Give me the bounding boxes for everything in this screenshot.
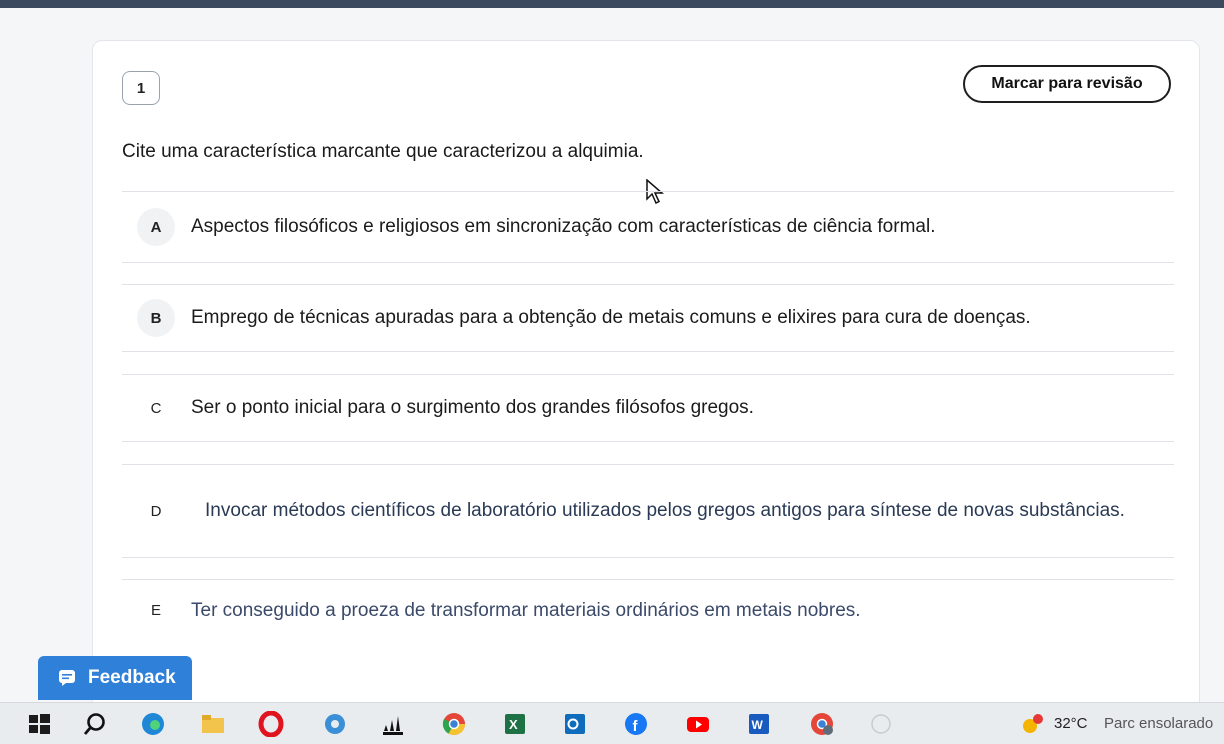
app-icon[interactable]	[322, 711, 348, 737]
option-letter: A	[137, 208, 175, 246]
option-text: Emprego de técnicas apuradas para a obte…	[191, 307, 1031, 328]
youtube-icon[interactable]	[685, 711, 711, 737]
option-text: Ser o ponto inicial para o surgimento do…	[191, 397, 754, 418]
option-text: Invocar métodos científicos de laboratór…	[205, 500, 1125, 521]
adidas-icon[interactable]	[381, 711, 407, 737]
windows-start-icon[interactable]	[26, 711, 52, 737]
option-letter: E	[150, 602, 161, 619]
excel-icon[interactable]: X	[502, 711, 528, 737]
word-icon[interactable]: W	[746, 711, 772, 737]
option-letter: C	[150, 399, 162, 417]
chrome-icon[interactable]	[441, 711, 467, 737]
weather-icon[interactable]	[1020, 711, 1046, 737]
question-number: 1	[122, 71, 160, 105]
feedback-label: Feedback	[88, 667, 176, 688]
svg-text:W: W	[752, 718, 764, 732]
question-card: 1 Marcar para revisão Cite uma caracterí…	[92, 40, 1200, 740]
option-letter: B	[137, 299, 175, 337]
option-b[interactable]: B Emprego de técnicas apuradas para a ob…	[122, 284, 1174, 352]
option-letter: D	[150, 502, 162, 520]
option-text: Aspectos filosóficos e religiosos em sin…	[191, 216, 936, 237]
edge-icon[interactable]	[140, 711, 166, 737]
chrome-profile-icon[interactable]	[809, 711, 835, 737]
outlook-icon[interactable]	[562, 711, 588, 737]
option-text: Ter conseguido a proeza de transformar m…	[191, 599, 861, 621]
mark-for-review-button[interactable]: Marcar para revisão	[963, 65, 1171, 103]
feedback-button[interactable]: Feedback	[38, 656, 192, 700]
chat-icon	[59, 670, 75, 686]
option-e[interactable]: E Ter conseguido a proeza de transformar…	[122, 579, 1174, 641]
option-a[interactable]: A Aspectos filosóficos e religiosos em s…	[122, 191, 1174, 263]
facebook-icon[interactable]: f	[623, 711, 649, 737]
top-bar	[0, 0, 1224, 8]
option-c[interactable]: C Ser o ponto inicial para o surgimento …	[122, 374, 1174, 442]
svg-text:X: X	[509, 717, 518, 732]
question-text: Cite uma característica marcante que car…	[122, 141, 644, 162]
search-icon[interactable]	[82, 711, 108, 737]
temperature: 32°C	[1054, 715, 1088, 732]
taskbar: X f W 32°C Parc ensolarado	[0, 702, 1224, 744]
file-explorer-icon[interactable]	[200, 711, 226, 737]
circle-icon[interactable]	[868, 711, 894, 737]
option-d[interactable]: D Invocar métodos científicos de laborat…	[122, 464, 1174, 558]
opera-icon[interactable]	[258, 711, 284, 737]
weather-description: Parc ensolarado	[1104, 715, 1214, 732]
